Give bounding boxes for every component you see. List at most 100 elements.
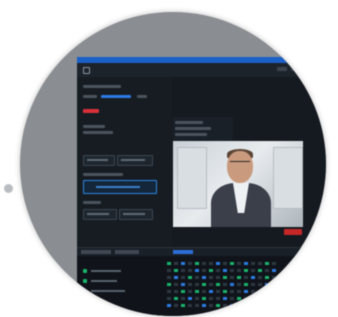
grid-cell[interactable] bbox=[230, 262, 234, 265]
grid-cell[interactable] bbox=[195, 262, 199, 265]
grid-cell[interactable] bbox=[167, 276, 171, 279]
grid-cell[interactable] bbox=[167, 262, 171, 265]
grid-cell[interactable] bbox=[174, 276, 178, 279]
grid-cell[interactable] bbox=[202, 283, 206, 286]
grid-cell[interactable] bbox=[202, 297, 206, 300]
grid-cell[interactable] bbox=[265, 262, 269, 265]
toolbar-control[interactable] bbox=[291, 67, 301, 71]
grid-cell[interactable] bbox=[265, 297, 269, 300]
grid-cell[interactable] bbox=[230, 297, 234, 300]
grid-cell[interactable] bbox=[181, 283, 185, 286]
primary-button[interactable] bbox=[83, 180, 157, 194]
grid-cell[interactable] bbox=[202, 290, 206, 293]
grid-cell[interactable] bbox=[209, 262, 213, 265]
grid-cell[interactable] bbox=[265, 269, 269, 272]
grid-cell[interactable] bbox=[251, 290, 255, 293]
grid-cell[interactable] bbox=[223, 297, 227, 300]
grid-cell[interactable] bbox=[181, 262, 185, 265]
grid-cell[interactable] bbox=[188, 269, 192, 272]
grid-cell[interactable] bbox=[258, 269, 262, 272]
grid-cell[interactable] bbox=[209, 304, 213, 307]
grid-cell[interactable] bbox=[202, 304, 206, 307]
grid-cell[interactable] bbox=[209, 283, 213, 286]
toolbar-control[interactable] bbox=[277, 67, 287, 71]
grid-cell[interactable] bbox=[181, 290, 185, 293]
grid-cell[interactable] bbox=[237, 276, 241, 279]
grid-cell[interactable] bbox=[188, 290, 192, 293]
grid-cell[interactable] bbox=[251, 304, 255, 307]
tab[interactable] bbox=[115, 250, 139, 254]
grid-cell[interactable] bbox=[272, 276, 276, 279]
grid-cell[interactable] bbox=[223, 269, 227, 272]
grid-cell[interactable] bbox=[216, 276, 220, 279]
grid-cell[interactable] bbox=[223, 262, 227, 265]
grid-cell[interactable] bbox=[216, 290, 220, 293]
grid-cell[interactable] bbox=[167, 283, 171, 286]
grid-cell[interactable] bbox=[272, 283, 276, 286]
grid-cell[interactable] bbox=[188, 283, 192, 286]
panel-button[interactable] bbox=[83, 209, 117, 220]
toolbar-control[interactable] bbox=[305, 67, 315, 71]
grid-cell[interactable] bbox=[258, 297, 262, 300]
grid-cell[interactable] bbox=[209, 269, 213, 272]
grid-cell[interactable] bbox=[181, 297, 185, 300]
grid-cell[interactable] bbox=[195, 297, 199, 300]
grid-cell[interactable] bbox=[174, 290, 178, 293]
grid-cell[interactable] bbox=[216, 304, 220, 307]
grid-cell[interactable] bbox=[244, 283, 248, 286]
grid-cell[interactable] bbox=[244, 304, 248, 307]
grid-cell[interactable] bbox=[167, 297, 171, 300]
grid-cell[interactable] bbox=[216, 262, 220, 265]
grid-cell[interactable] bbox=[209, 290, 213, 293]
grid-cell[interactable] bbox=[174, 283, 178, 286]
video-preview[interactable] bbox=[173, 141, 303, 227]
grid-cell[interactable] bbox=[209, 297, 213, 300]
grid-cell[interactable] bbox=[188, 304, 192, 307]
grid-cell[interactable] bbox=[251, 297, 255, 300]
grid-cell[interactable] bbox=[244, 290, 248, 293]
grid-cell[interactable] bbox=[251, 269, 255, 272]
grid-cell[interactable] bbox=[230, 304, 234, 307]
grid-cell[interactable] bbox=[230, 290, 234, 293]
grid-cell[interactable] bbox=[237, 262, 241, 265]
grid-cell[interactable] bbox=[258, 304, 262, 307]
grid-cell[interactable] bbox=[272, 269, 276, 272]
grid-cell[interactable] bbox=[216, 297, 220, 300]
grid-cell[interactable] bbox=[258, 262, 262, 265]
grid-cell[interactable] bbox=[195, 276, 199, 279]
grid-cell[interactable] bbox=[251, 283, 255, 286]
panel-button[interactable] bbox=[117, 155, 153, 166]
grid-cell[interactable] bbox=[202, 276, 206, 279]
grid-cell[interactable] bbox=[258, 290, 262, 293]
grid-cell[interactable] bbox=[237, 297, 241, 300]
grid-cell[interactable] bbox=[195, 283, 199, 286]
grid-cell[interactable] bbox=[202, 262, 206, 265]
grid-cell[interactable] bbox=[181, 269, 185, 272]
grid-cell[interactable] bbox=[174, 304, 178, 307]
grid-cell[interactable] bbox=[181, 304, 185, 307]
list-item[interactable] bbox=[81, 268, 159, 274]
grid-cell[interactable] bbox=[209, 276, 213, 279]
grid-cell[interactable] bbox=[237, 283, 241, 286]
grid-cell[interactable] bbox=[244, 297, 248, 300]
grid-cell[interactable] bbox=[272, 304, 276, 307]
channel-grid[interactable] bbox=[167, 262, 287, 312]
list-item[interactable] bbox=[81, 278, 159, 284]
grid-cell[interactable] bbox=[244, 269, 248, 272]
grid-cell[interactable] bbox=[223, 304, 227, 307]
grid-cell[interactable] bbox=[167, 269, 171, 272]
grid-cell[interactable] bbox=[251, 276, 255, 279]
grid-cell[interactable] bbox=[202, 269, 206, 272]
list-item[interactable] bbox=[81, 288, 159, 294]
grid-cell[interactable] bbox=[195, 304, 199, 307]
grid-cell[interactable] bbox=[230, 269, 234, 272]
grid-cell[interactable] bbox=[230, 283, 234, 286]
grid-cell[interactable] bbox=[223, 283, 227, 286]
grid-cell[interactable] bbox=[265, 283, 269, 286]
grid-cell[interactable] bbox=[244, 262, 248, 265]
grid-cell[interactable] bbox=[216, 269, 220, 272]
panel-button[interactable] bbox=[119, 209, 153, 220]
grid-cell[interactable] bbox=[258, 276, 262, 279]
grid-cell[interactable] bbox=[174, 297, 178, 300]
grid-cell[interactable] bbox=[216, 283, 220, 286]
